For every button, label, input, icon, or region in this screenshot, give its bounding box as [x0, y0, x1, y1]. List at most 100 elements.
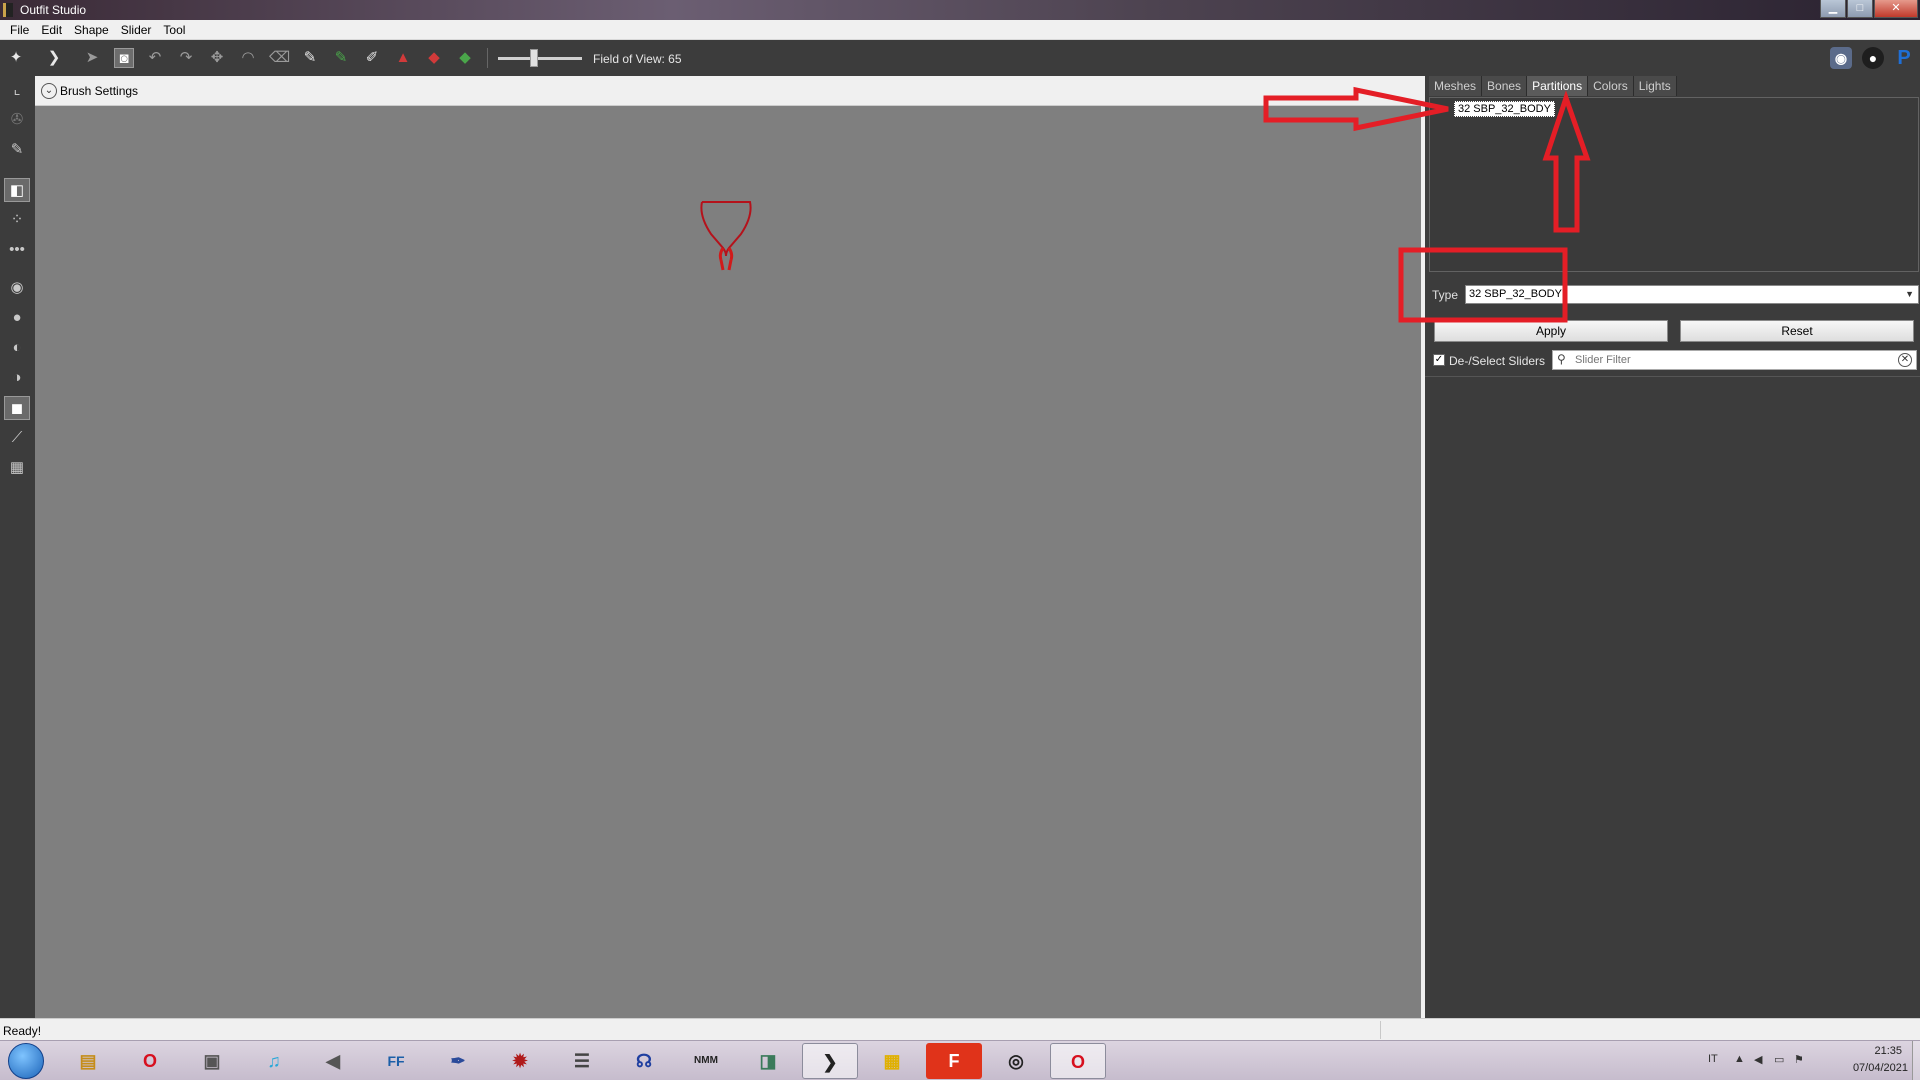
discord-icon[interactable]: ◉ [1830, 47, 1852, 69]
dots-icon[interactable]: ••• [4, 238, 30, 262]
axis-icon[interactable]: ⌞ [4, 78, 30, 102]
paypal-icon[interactable]: P [1893, 47, 1915, 69]
field-of-view-slider-track[interactable] [498, 57, 582, 60]
reset-button[interactable]: Reset [1680, 320, 1914, 342]
viewer-icon[interactable]: ◨ [740, 1043, 796, 1079]
clear-icon[interactable]: ✕ [1898, 353, 1912, 367]
brush-size-xl-icon[interactable]: ◑ [4, 366, 30, 390]
apply-button[interactable]: Apply [1434, 320, 1668, 342]
select-icon[interactable]: ✦ [6, 48, 26, 68]
field-of-view-label: Field of View: 65 [593, 52, 682, 66]
tab-colors[interactable]: Colors [1588, 76, 1634, 96]
status-text: Ready! [3, 1024, 42, 1038]
window-controls: ▁ □ ✕ [1820, 0, 1918, 18]
mask-brush-icon[interactable]: ➤ [82, 48, 102, 68]
menu-file[interactable]: File [4, 23, 35, 37]
taskbar: ▤ O ▣ ♫ ◀ FF ✒ ✹ ☰ ☊ NMM ◨ ❯ ▦ F ◎ O IT … [0, 1040, 1920, 1080]
mesh-outline [700, 201, 752, 271]
start-button[interactable] [8, 1043, 44, 1079]
brush-size-small-icon[interactable]: ◉ [4, 276, 30, 300]
quill-icon[interactable]: ✒ [430, 1043, 486, 1079]
opera-icon[interactable]: O [1050, 1043, 1106, 1079]
maximize-button[interactable]: □ [1847, 0, 1873, 18]
redo-icon[interactable]: ↷ [176, 48, 196, 68]
field-of-view-slider-thumb[interactable] [530, 49, 538, 67]
tab-partitions[interactable]: Partitions [1527, 76, 1589, 96]
deselect-sliders-checkbox[interactable]: ✓ [1433, 354, 1445, 366]
tray-expand-icon[interactable]: ▲ [1734, 1053, 1745, 1065]
mixer-icon[interactable]: ☰ [554, 1043, 610, 1079]
menu-shape[interactable]: Shape [68, 23, 115, 37]
github-icon[interactable]: ● [1862, 47, 1884, 69]
ffdec-icon[interactable]: FF [368, 1043, 424, 1079]
volume-app-icon[interactable]: ◀ [305, 1043, 361, 1079]
slider-filter: ⚲ ✕ [1552, 350, 1917, 370]
pin-icon[interactable]: ✇ [4, 108, 30, 132]
tab-lights[interactable]: Lights [1633, 76, 1677, 96]
type-label: Type [1432, 288, 1459, 302]
deselect-sliders-label[interactable]: De-/Select Sliders [1449, 354, 1545, 368]
shaded-cube-icon[interactable]: ◼ [4, 396, 30, 420]
move-icon[interactable]: ✥ [207, 48, 227, 68]
window-title: Outfit Studio [20, 3, 87, 17]
spider-app-icon[interactable]: ✹ [492, 1043, 548, 1079]
chevron-down-icon: ▼ [1905, 289, 1914, 299]
bone-icon[interactable]: ⟋ [4, 426, 30, 450]
show-desktop-button[interactable] [1912, 1041, 1920, 1080]
color-icon[interactable]: ✐ [362, 48, 382, 68]
brush-size-medium-icon[interactable]: ● [4, 306, 30, 330]
system-tray: IT ▲ ◀ ▭ ⚑ 21:35 07/04/2021 [1680, 1041, 1920, 1080]
speaker-icon[interactable]: ◀ [1754, 1053, 1762, 1066]
headphones-icon[interactable]: ☊ [616, 1043, 672, 1079]
file-explorer-icon[interactable]: ▤ [60, 1043, 116, 1079]
opera-icon[interactable]: O [122, 1043, 178, 1079]
mesh-outline-right [702, 201, 752, 257]
alpha-icon[interactable]: ▲ [393, 48, 413, 68]
grid-icon[interactable]: ▦ [4, 456, 30, 480]
f-app-icon[interactable]: F [926, 1043, 982, 1079]
language-indicator[interactable]: IT [1708, 1053, 1718, 1065]
tab-meshes[interactable]: Meshes [1429, 76, 1483, 96]
close-button[interactable]: ✕ [1874, 0, 1918, 18]
mirror-view-icon[interactable]: ◧ [4, 178, 30, 202]
pencil-icon[interactable]: ✎ [4, 138, 30, 162]
partition-type-row: Type 32 SBP_32_BODY ▼ [1429, 283, 1919, 307]
weight-icon[interactable]: ✎ [331, 48, 351, 68]
creation-kit-icon[interactable]: ◎ [988, 1043, 1044, 1079]
sliders-area[interactable] [1425, 376, 1920, 1018]
clock-date[interactable]: 07/04/2021 [1853, 1062, 1908, 1074]
music-icon[interactable]: ♫ [246, 1043, 302, 1079]
flag-icon[interactable]: ⚑ [1794, 1053, 1804, 1066]
minimize-button[interactable]: ▁ [1820, 0, 1846, 18]
menu-edit[interactable]: Edit [35, 23, 68, 37]
notes-icon[interactable]: ▦ [864, 1043, 920, 1079]
nmm-icon[interactable]: NMM [678, 1043, 734, 1079]
brush-size-large-icon[interactable]: ◐ [4, 336, 30, 360]
smooth-icon[interactable]: ◠ [238, 48, 258, 68]
3d-viewport[interactable]: ⌄ Brush Settings [35, 76, 1421, 1018]
select-tool-icon[interactable]: ◙ [114, 48, 134, 68]
partition-item[interactable]: 32 SBP_32_BODY [1454, 101, 1555, 117]
outfit-studio-icon[interactable]: ❯ [802, 1043, 858, 1079]
inflate-icon[interactable]: ◆ [455, 48, 475, 68]
type-select-value: 32 SBP_32_BODY [1469, 288, 1562, 300]
type-select[interactable]: 32 SBP_32_BODY ▼ [1465, 285, 1919, 304]
media-player-icon[interactable]: ▣ [184, 1043, 240, 1079]
partition-list[interactable]: 32 SBP_32_BODY [1429, 97, 1919, 272]
erase-icon[interactable]: ⌫ [269, 48, 290, 68]
deflate-icon[interactable]: ◆ [424, 48, 444, 68]
toolbar-separator [487, 48, 488, 68]
panel-tabs: Meshes Bones Partitions Colors Lights [1429, 76, 1677, 96]
network-icon[interactable]: ▭ [1774, 1053, 1784, 1066]
vertices-icon[interactable]: ⁘ [4, 208, 30, 232]
clock-time[interactable]: 21:35 [1874, 1045, 1902, 1057]
menu-tool[interactable]: Tool [157, 23, 191, 37]
menu-bar: File Edit Shape Slider Tool [0, 20, 1920, 40]
tab-bones[interactable]: Bones [1482, 76, 1528, 96]
slider-filter-input[interactable] [1575, 352, 1885, 368]
menu-slider[interactable]: Slider [115, 23, 158, 37]
paint-icon[interactable]: ✎ [300, 48, 320, 68]
search-icon: ⚲ [1557, 352, 1566, 366]
transform-icon[interactable]: ❯ [44, 48, 64, 68]
undo-icon[interactable]: ↶ [145, 48, 165, 68]
